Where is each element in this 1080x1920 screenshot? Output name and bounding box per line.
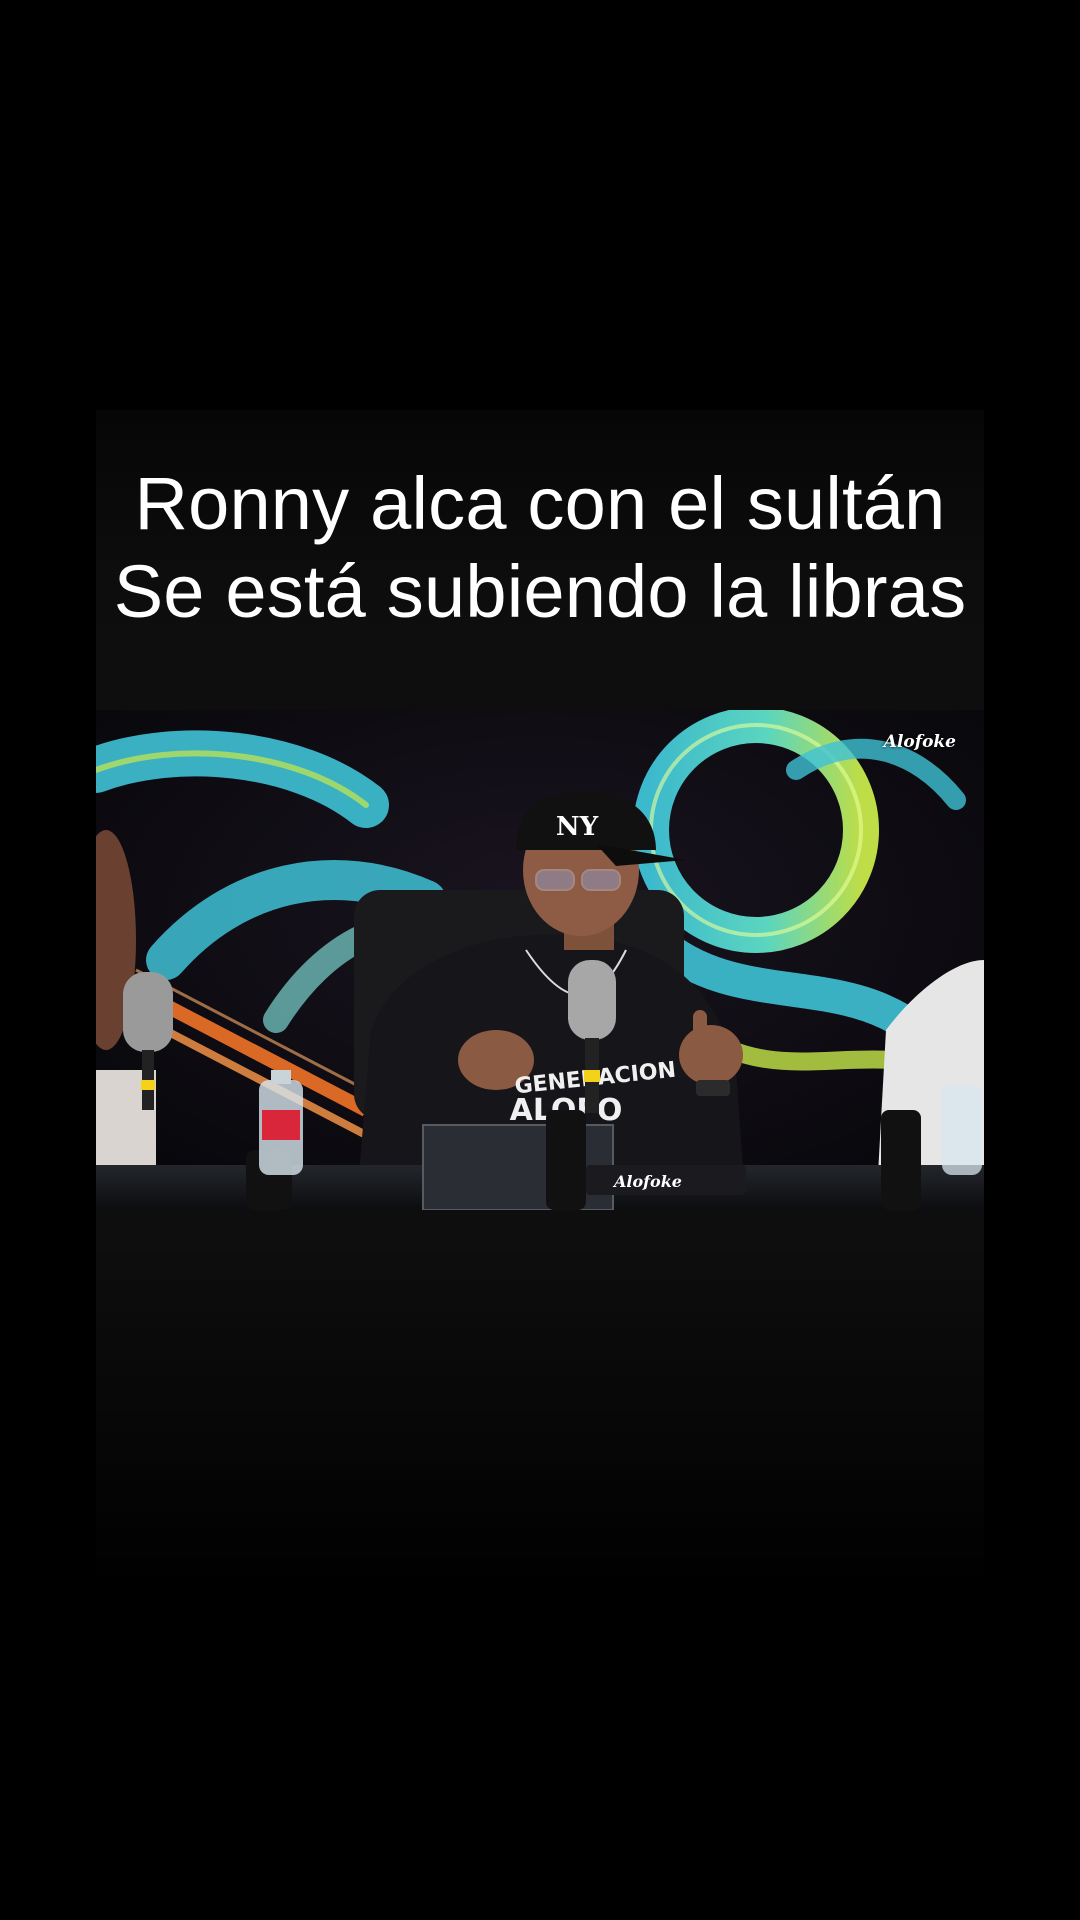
caption-overlay: Ronny alca con el sultán Se está subiend… — [96, 460, 984, 636]
caption-line-2: Se está subiendo la libras — [113, 550, 967, 633]
podcast-scene-image: NY GENERACION ALOFO Alofoke — [96, 710, 984, 1210]
video-player-screen[interactable]: Ronny alca con el sultán Se está subiend… — [0, 0, 1080, 1920]
caption-line-1: Ronny alca con el sultán — [134, 462, 946, 545]
channel-watermark-logo: Alofoke — [883, 732, 956, 752]
desk-logo: Alofoke — [612, 1172, 682, 1191]
cap-logo: NY — [556, 812, 599, 842]
video-frame[interactable]: NY GENERACION ALOFO Alofoke — [96, 710, 984, 1210]
